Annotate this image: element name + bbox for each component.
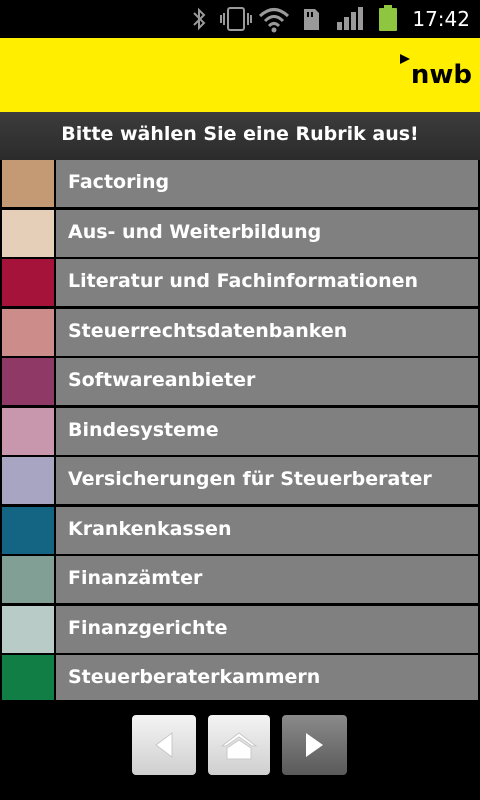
category-label: Steuerberaterkammern [56, 655, 478, 702]
back-icon [155, 732, 173, 758]
nwb-logo: nwb [410, 60, 472, 90]
category-label: Literatur und Fachinformationen [56, 259, 478, 306]
category-row[interactable]: Steuerberaterkammern [0, 655, 480, 705]
category-row[interactable]: Steuerrechtsdatenbanken [0, 308, 480, 358]
logo-flag-icon [400, 54, 410, 64]
back-button[interactable] [132, 715, 196, 775]
app-header: nwb [0, 38, 480, 112]
category-label: Steuerrechtsdatenbanken [56, 308, 478, 356]
bottom-nav [0, 700, 480, 800]
home-button[interactable] [208, 715, 270, 775]
battery-icon [379, 5, 397, 31]
category-label: Aus- und Weiterbildung [56, 209, 478, 257]
category-label: Versicherungen für Steuerberater [56, 457, 478, 504]
category-label: Softwareanbieter [56, 358, 478, 405]
forward-button[interactable] [282, 715, 347, 775]
category-row[interactable]: Finanzämter [0, 556, 480, 606]
category-label: Finanzgerichte [56, 605, 478, 653]
category-color-swatch [2, 605, 54, 653]
category-label: Bindesysteme [56, 407, 478, 455]
category-label: Finanzämter [56, 556, 478, 603]
forward-icon [306, 733, 323, 757]
vibrate-icon [220, 7, 252, 31]
category-row[interactable]: Aus- und Weiterbildung [0, 209, 480, 259]
category-color-swatch [2, 259, 54, 306]
category-row[interactable]: Softwareanbieter [0, 358, 480, 408]
category-color-swatch [2, 160, 54, 207]
category-color-swatch [2, 457, 54, 504]
category-label: Krankenkassen [56, 506, 478, 554]
bluetooth-icon [193, 7, 206, 31]
category-color-swatch [2, 506, 54, 554]
category-row[interactable]: Bindesysteme [0, 407, 480, 457]
category-row[interactable]: Krankenkassen [0, 506, 480, 556]
category-color-swatch [2, 556, 54, 603]
clock: 17:42 [412, 7, 470, 31]
category-color-swatch [2, 209, 54, 257]
category-row[interactable]: Versicherungen für Steuerberater [0, 457, 480, 507]
wifi-icon [258, 8, 290, 33]
category-color-swatch [2, 358, 54, 405]
category-row[interactable]: Factoring [0, 160, 480, 210]
category-row[interactable]: Literatur und Fachinformationen [0, 259, 480, 309]
category-color-swatch [2, 655, 54, 702]
status-bar: 17:42 [0, 0, 480, 38]
home-icon [220, 732, 258, 760]
signal-icon [337, 7, 363, 30]
page-title: Bitte wählen Sie eine Rubrik aus! [0, 112, 480, 160]
category-label: Factoring [56, 160, 478, 207]
sd-card-icon [304, 9, 319, 30]
category-color-swatch [2, 407, 54, 455]
category-color-swatch [2, 308, 54, 356]
category-row[interactable]: Finanzgerichte [0, 605, 480, 655]
